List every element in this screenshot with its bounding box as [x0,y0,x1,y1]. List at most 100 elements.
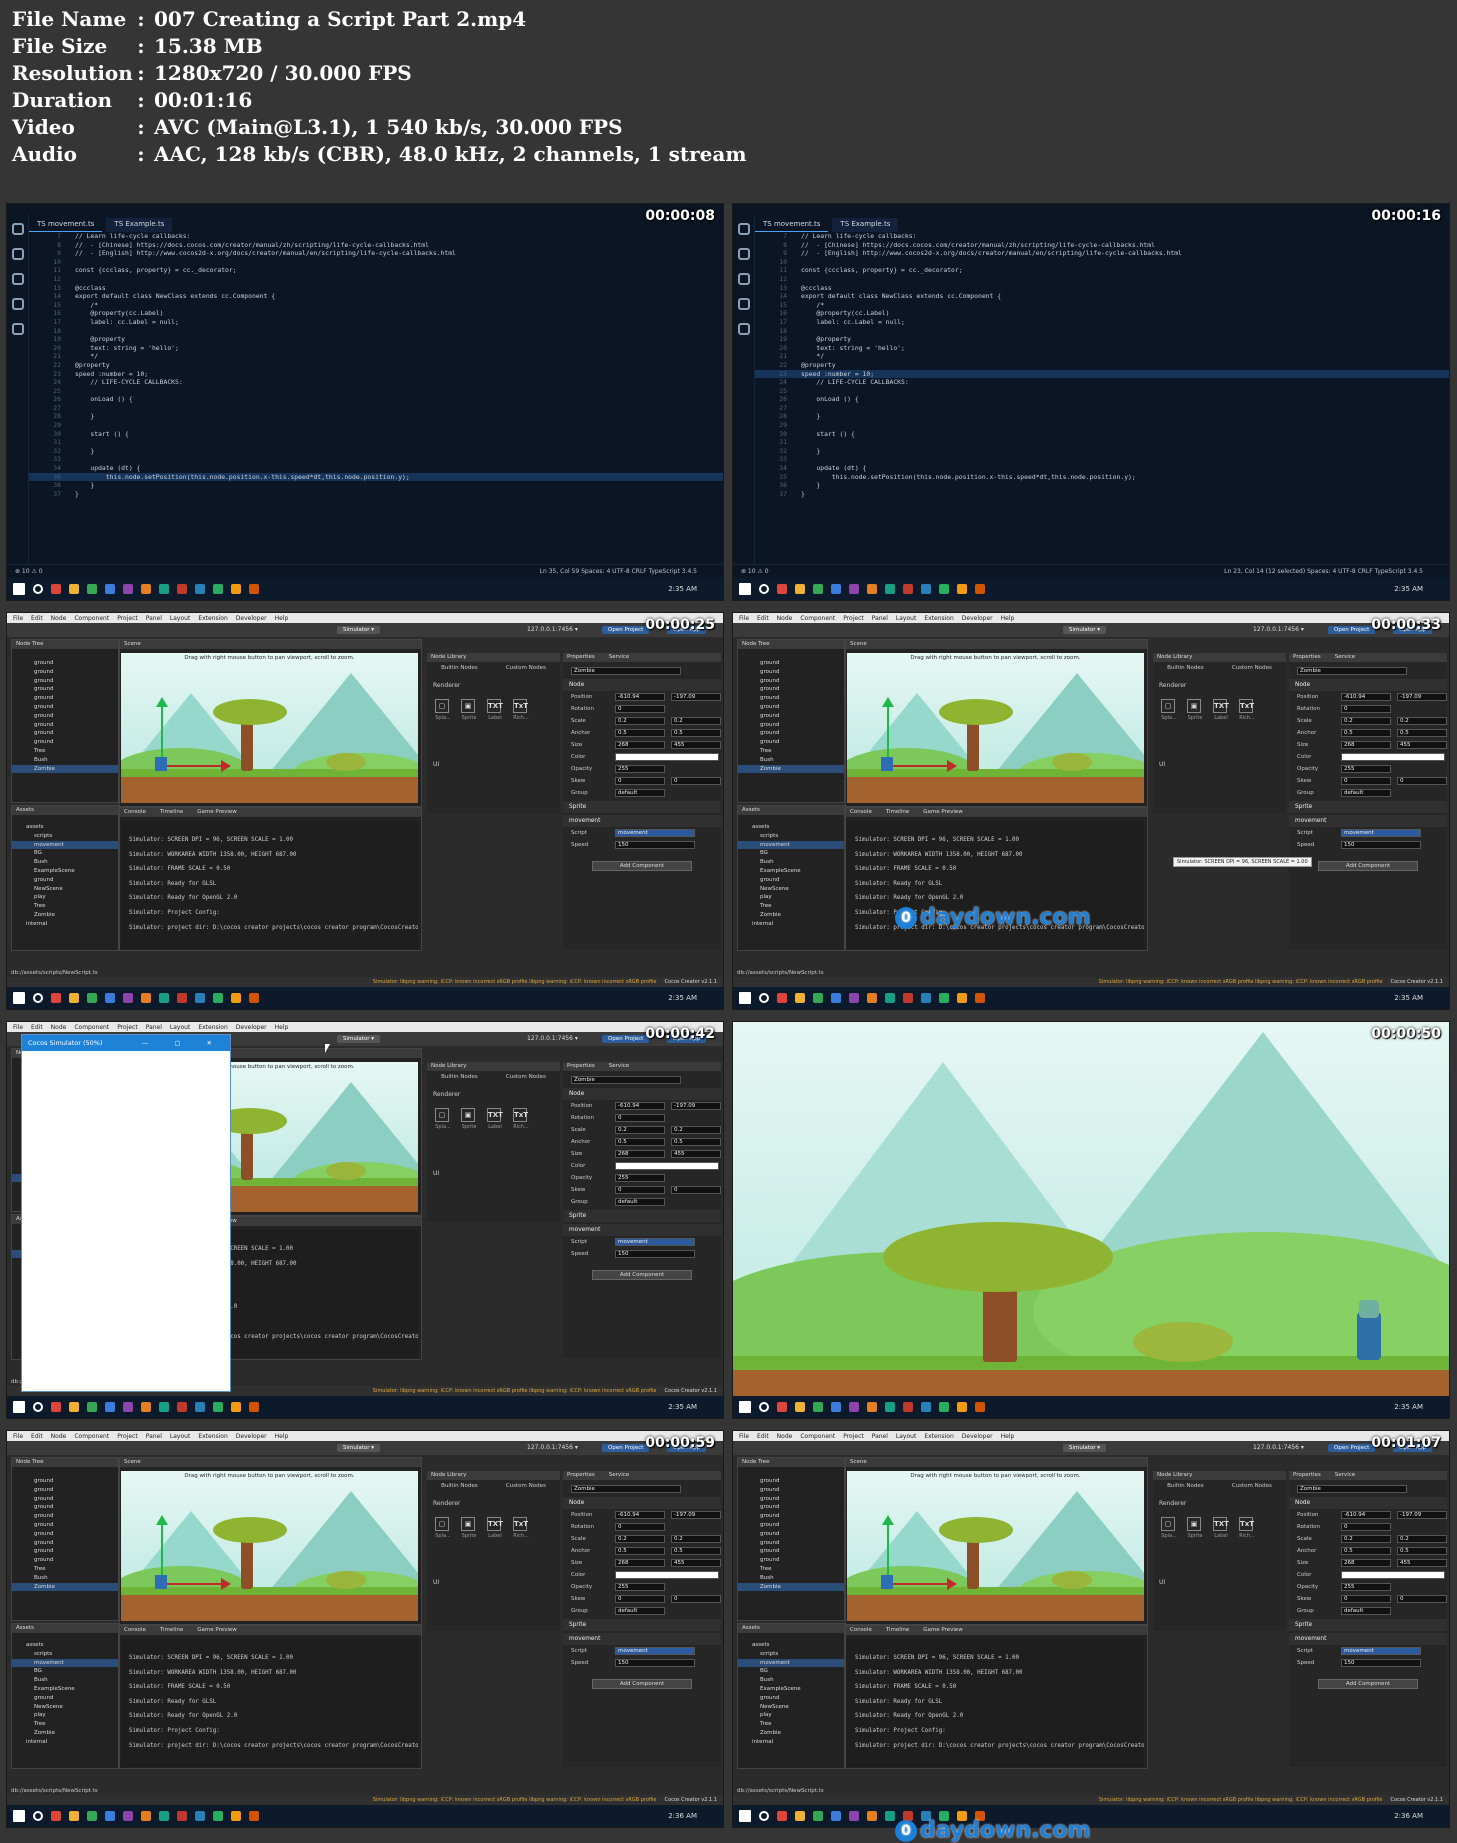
node-name-field[interactable]: Zombie [571,667,681,675]
property-y-field[interactable]: 0.5 [671,1547,721,1555]
property-x-field[interactable]: 255 [1341,1583,1391,1591]
console-tab[interactable]: Console [850,809,872,816]
taskbar-app-icon[interactable] [231,584,241,594]
node-tree-item[interactable]: ground [738,712,844,721]
menu-item[interactable]: Component [74,615,109,622]
asset-item[interactable]: BG [12,849,118,858]
property-y-field[interactable]: 0.2 [1397,717,1447,725]
start-icon[interactable] [739,583,751,595]
cortana-icon[interactable] [33,993,43,1003]
asset-list[interactable]: assetsscriptsmovementBGBushExampleSceneg… [738,1633,844,1747]
property-y-field[interactable]: 455 [671,1150,721,1158]
speed-field[interactable]: 150 [1341,841,1421,849]
property-y-field[interactable]: -197.09 [671,693,721,701]
asset-item[interactable]: assets [12,1641,118,1650]
console-tab[interactable]: Timeline [160,1627,183,1634]
start-icon[interactable] [739,1401,751,1413]
taskbar-app-icon[interactable] [231,1811,241,1821]
property-y-field[interactable]: 0.2 [671,717,721,725]
asset-item[interactable]: play [738,1711,844,1720]
menu-item[interactable]: Help [275,615,289,622]
property-x-field[interactable]: 0 [615,1523,665,1531]
taskbar-app-icon[interactable] [87,1811,97,1821]
taskbar-app-icon[interactable] [105,993,115,1003]
asset-item[interactable]: internal [12,1738,118,1747]
builtin-nodes-tab[interactable]: Builtin Nodes [441,1483,477,1489]
taskbar-app-icon[interactable] [87,584,97,594]
taskbar-app-icon[interactable] [231,1402,241,1412]
cortana-icon[interactable] [33,1811,43,1821]
taskbar-app-icon[interactable] [177,1811,187,1821]
menu-item[interactable]: Project [117,1024,138,1031]
console-tab[interactable]: Timeline [160,809,183,816]
scene-viewport[interactable]: Drag with right mouse button to pan view… [121,1471,418,1621]
menu-item[interactable]: Extension [924,615,953,622]
menu-item[interactable]: Panel [872,615,888,622]
zombie-sprite[interactable] [881,1575,893,1589]
start-icon[interactable] [13,1810,25,1822]
taskbar-app-icon[interactable] [885,1811,895,1821]
menu-item[interactable]: Layout [896,1433,916,1440]
scene-viewport[interactable]: Drag with right mouse button to pan view… [847,1471,1144,1621]
property-x-field[interactable]: 268 [615,1559,665,1567]
property-x-field[interactable] [615,1571,719,1579]
taskbar-app-icon[interactable] [195,993,205,1003]
cortana-icon[interactable] [759,584,769,594]
property-x-field[interactable]: 0.5 [615,1547,665,1555]
library-item[interactable]: ▣ Sprite [461,699,477,721]
taskbar-app-icon[interactable] [195,584,205,594]
taskbar-app-icon[interactable] [195,1402,205,1412]
sprite-section[interactable]: Sprite [1289,1619,1447,1631]
node-tree-item[interactable]: Bush [738,1574,844,1583]
debug-icon[interactable] [737,298,750,310]
start-icon[interactable] [13,583,25,595]
node-tree-item[interactable]: ground [738,1556,844,1565]
menu-item[interactable]: Node [777,1433,793,1440]
property-x-field[interactable]: 268 [1341,1559,1391,1567]
cortana-icon[interactable] [33,584,43,594]
asset-item[interactable]: assets [12,823,118,832]
start-icon[interactable] [13,1401,25,1413]
asset-item[interactable]: ExampleScene [12,867,118,876]
taskbar-app-icon[interactable] [939,584,949,594]
library-item[interactable]: ▣ Sprite [461,1517,477,1539]
property-x-field[interactable] [1341,753,1445,761]
tab-example[interactable]: TS Example.ts [106,218,173,232]
menu-item[interactable]: Edit [31,1024,43,1031]
asset-item[interactable]: ground [738,876,844,885]
property-y-field[interactable]: 0.5 [671,729,721,737]
property-y-field[interactable]: 0.2 [671,1126,721,1134]
property-y-field[interactable]: 0.5 [1397,729,1447,737]
asset-item[interactable]: ground [738,1694,844,1703]
tab-movement[interactable]: TS movement.ts [755,218,829,232]
asset-item[interactable]: Bush [12,1676,118,1685]
properties-tab[interactable]: Properties [567,654,595,661]
property-x-field[interactable]: 0.5 [615,1138,665,1146]
node-name-field[interactable]: Zombie [571,1485,681,1493]
sprite-section[interactable]: Sprite [563,801,721,813]
library-item[interactable]: ▢ Spla... [435,1517,451,1539]
asset-item[interactable]: Zombie [12,911,118,920]
taskbar-app-icon[interactable] [975,993,985,1003]
menu-item[interactable]: Developer [962,1433,993,1440]
property-y-field[interactable]: 0.2 [1397,1535,1447,1543]
node-tree-item[interactable]: ground [738,677,844,686]
asset-item[interactable]: internal [738,1738,844,1747]
start-icon[interactable] [739,1810,751,1822]
property-x-field[interactable]: 0.2 [1341,717,1391,725]
taskbar-app-icon[interactable] [159,993,169,1003]
asset-item[interactable]: NewScene [738,1703,844,1712]
menu-item[interactable]: Panel [146,1433,162,1440]
library-item[interactable]: ▢ Spla... [435,1108,451,1130]
menu-item[interactable]: Panel [872,1433,888,1440]
sprite-section[interactable]: Sprite [1289,801,1447,813]
taskbar-app-icon[interactable] [123,584,133,594]
taskbar-app-icon[interactable] [777,584,787,594]
property-y-field[interactable]: 0 [671,1595,721,1603]
taskbar-app-icon[interactable] [141,993,151,1003]
node-tree-item[interactable]: ground [738,1547,844,1556]
preview-address[interactable]: 127.0.0.1:7456 ▾ [527,1035,578,1042]
simulator-select[interactable]: Simulator ▾ [1063,626,1107,634]
menu-item[interactable]: Layout [170,1024,190,1031]
node-tree-item[interactable]: ground [738,685,844,694]
